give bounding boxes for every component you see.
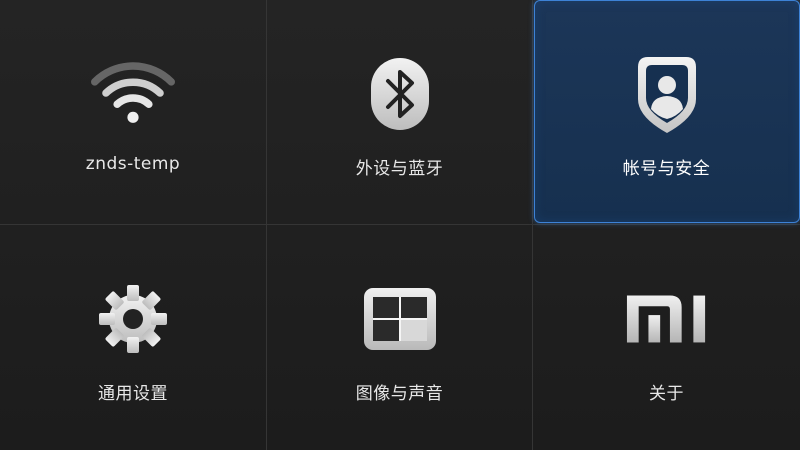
- picture-grid-icon: [358, 277, 442, 361]
- bluetooth-icon: [358, 52, 442, 136]
- tile-peripherals-bluetooth[interactable]: 外设与蓝牙: [267, 0, 533, 225]
- tile-general-settings-label: 通用设置: [98, 384, 168, 404]
- wifi-icon: [91, 52, 175, 136]
- tile-about-label: 关于: [649, 384, 684, 404]
- tile-peripherals-bluetooth-label: 外设与蓝牙: [355, 159, 444, 179]
- settings-screen: znds-temp 外设与蓝牙 帐号与安全 通用设置 图像与声音 关于: [0, 0, 800, 450]
- settings-grid: znds-temp 外设与蓝牙 帐号与安全 通用设置 图像与声音 关于: [0, 0, 800, 450]
- account-shield-icon: [625, 52, 709, 136]
- tile-about[interactable]: 关于: [533, 225, 800, 450]
- tile-picture-sound-label: 图像与声音: [355, 384, 444, 404]
- tile-network[interactable]: znds-temp: [0, 0, 267, 225]
- tile-general-settings[interactable]: 通用设置: [0, 225, 267, 450]
- gear-icon: [91, 277, 175, 361]
- tile-network-label: znds-temp: [85, 154, 181, 174]
- mi-logo-icon: [625, 277, 709, 361]
- tile-account-security-label: 帐号与安全: [622, 159, 711, 179]
- tile-account-security[interactable]: 帐号与安全: [533, 0, 800, 225]
- tile-picture-sound[interactable]: 图像与声音: [267, 225, 533, 450]
